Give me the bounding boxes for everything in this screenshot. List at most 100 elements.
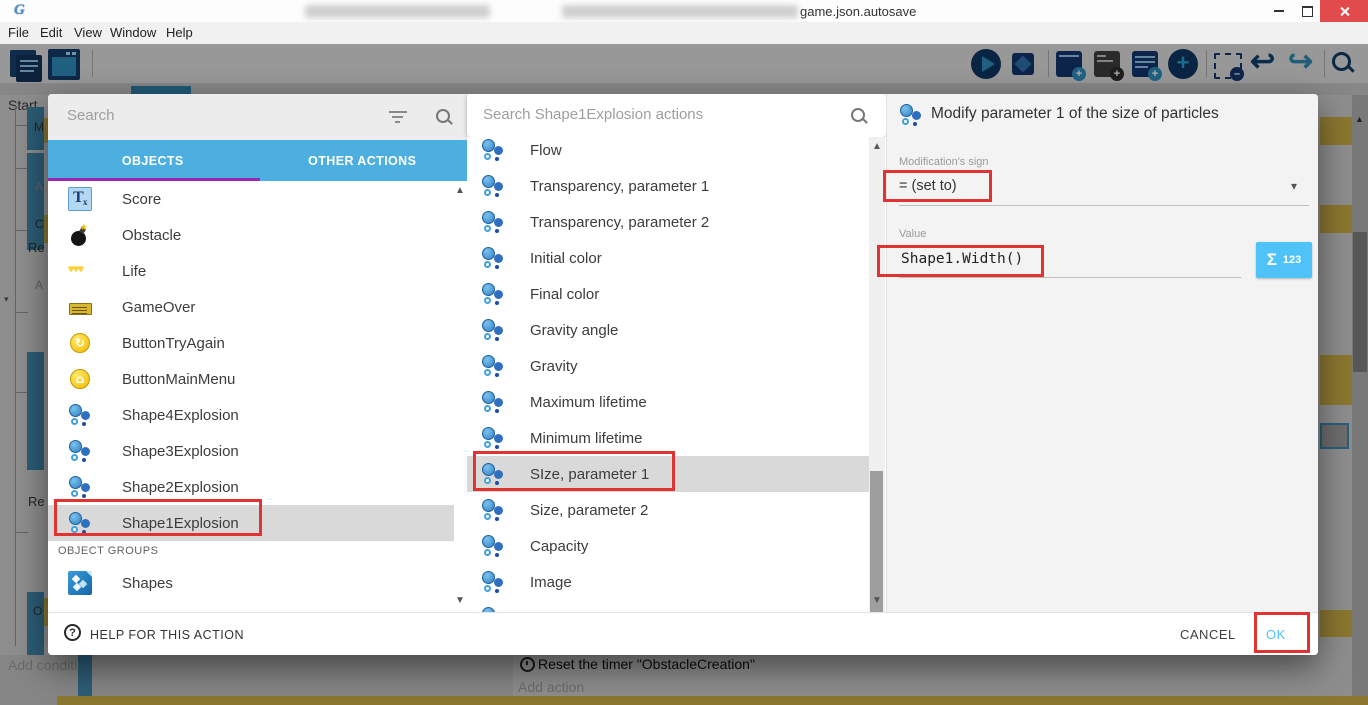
scroll-up-icon[interactable]: ▲ bbox=[872, 141, 882, 152]
list-item[interactable]: Shape4Explosion bbox=[48, 397, 454, 433]
ok-button[interactable]: OK bbox=[1266, 627, 1286, 642]
list-item[interactable]: Transparency, parameter 2 bbox=[467, 204, 870, 240]
search-icon[interactable] bbox=[851, 108, 867, 124]
list-item[interactable]: Final color bbox=[467, 276, 870, 312]
list-item[interactable]: Score bbox=[48, 181, 454, 217]
action-list: Flow Transparency, parameter 1 Transpare… bbox=[467, 137, 886, 612]
list-item[interactable]: Minimum lifetime bbox=[467, 420, 870, 456]
object-list: Score Obstacle Life GameOver ButtonTryAg… bbox=[48, 181, 467, 612]
list-item[interactable] bbox=[467, 600, 870, 612]
chevron-down-icon[interactable] bbox=[1291, 179, 1297, 193]
add-action-link[interactable]: Add action bbox=[518, 679, 584, 695]
clipped-text: M bbox=[34, 120, 44, 134]
maximize-button-icon[interactable] bbox=[1294, 0, 1320, 22]
minimize-button-icon[interactable] bbox=[1266, 0, 1292, 22]
collapse-arrow-icon[interactable] bbox=[4, 294, 9, 305]
particle-emitter-icon bbox=[481, 534, 505, 558]
particle-emitter-icon bbox=[481, 210, 505, 234]
list-item[interactable]: ButtonMainMenu bbox=[48, 361, 454, 397]
preview-play-icon[interactable] bbox=[971, 49, 1001, 79]
list-item[interactable]: GameOver bbox=[48, 289, 454, 325]
event-block bbox=[1320, 205, 1352, 233]
add-subevent-icon[interactable] bbox=[1094, 51, 1120, 77]
redo-icon[interactable] bbox=[1288, 47, 1313, 77]
object-search-input[interactable] bbox=[65, 106, 369, 125]
add-event-type-icon[interactable] bbox=[1168, 49, 1198, 79]
scrollbar-thumb[interactable] bbox=[1353, 232, 1367, 372]
list-item[interactable]: Capacity bbox=[467, 528, 870, 564]
list-item[interactable]: Shape3Explosion bbox=[48, 433, 454, 469]
list-item[interactable]: Life bbox=[48, 253, 454, 289]
particle-emitter-icon bbox=[481, 498, 505, 522]
add-comment-icon[interactable] bbox=[1132, 51, 1158, 77]
particle-emitter-icon bbox=[481, 246, 505, 270]
particle-emitter-icon bbox=[481, 462, 505, 486]
list-item[interactable]: Shapes bbox=[48, 565, 454, 601]
filter-icon[interactable] bbox=[389, 111, 407, 123]
menu-bar: File Edit View Window Help bbox=[0, 22, 1368, 45]
event-action-text[interactable]: Reset the timer "ObstacleCreation" bbox=[538, 656, 755, 672]
help-link[interactable]: HELP FOR THIS ACTION bbox=[90, 628, 244, 642]
value-input[interactable] bbox=[899, 250, 1233, 268]
list-item-selected[interactable]: SIze, parameter 1 bbox=[467, 456, 870, 492]
clipped-text: C bbox=[35, 217, 44, 231]
project-manager-icon[interactable] bbox=[10, 48, 44, 82]
event-tree-line bbox=[15, 312, 28, 313]
scrollbar-thumb[interactable] bbox=[870, 471, 883, 612]
cancel-button[interactable]: CANCEL bbox=[1180, 627, 1236, 642]
list-item-selected[interactable]: Shape1Explosion bbox=[48, 505, 454, 541]
timer-icon bbox=[520, 657, 535, 672]
scroll-up-icon[interactable] bbox=[1355, 114, 1364, 124]
delete-selection-icon[interactable] bbox=[1214, 53, 1242, 79]
toolbar-separator bbox=[1206, 50, 1207, 77]
scene-editor-icon[interactable] bbox=[48, 49, 80, 80]
list-item[interactable]: Obstacle bbox=[48, 217, 454, 253]
scroll-down-icon[interactable]: ▼ bbox=[455, 595, 465, 606]
search-icon[interactable] bbox=[436, 109, 452, 125]
action-title: Modify parameter 1 of the size of partic… bbox=[931, 105, 1219, 123]
close-button-icon[interactable] bbox=[1320, 0, 1368, 22]
list-item[interactable]: Size, parameter 2 bbox=[467, 492, 870, 528]
menu-edit[interactable]: Edit bbox=[40, 25, 62, 40]
blurred-title-text bbox=[562, 5, 798, 18]
debugger-icon[interactable] bbox=[1012, 53, 1034, 75]
menu-view[interactable]: View bbox=[74, 25, 102, 40]
list-item[interactable]: Flow bbox=[467, 137, 870, 168]
sign-select[interactable]: = (set to) bbox=[899, 178, 957, 194]
scroll-down-icon[interactable]: ▼ bbox=[872, 595, 882, 606]
clipped-text: A bbox=[35, 278, 43, 292]
particle-emitter-icon bbox=[68, 403, 92, 427]
list-item[interactable]: Gravity angle bbox=[467, 312, 870, 348]
scroll-up-icon[interactable]: ▲ bbox=[455, 185, 465, 196]
list-item[interactable]: Transparency, parameter 1 bbox=[467, 168, 870, 204]
list-item[interactable]: Initial color bbox=[467, 240, 870, 276]
add-event-icon[interactable] bbox=[1056, 51, 1082, 77]
search-icon[interactable] bbox=[1332, 52, 1350, 70]
action-search-input[interactable] bbox=[481, 105, 815, 124]
object-group-icon bbox=[68, 571, 92, 595]
menu-window[interactable]: Window bbox=[110, 25, 156, 40]
tab-objects[interactable]: OBJECTS bbox=[48, 140, 258, 181]
event-tree-line bbox=[15, 392, 28, 393]
object-tabs: OBJECTS OTHER ACTIONS bbox=[48, 140, 467, 181]
help-icon[interactable] bbox=[64, 624, 81, 641]
list-item[interactable]: ButtonTryAgain bbox=[48, 325, 454, 361]
particle-emitter-icon bbox=[481, 570, 505, 594]
list-item[interactable]: Shape2Explosion bbox=[48, 469, 454, 505]
menu-file[interactable]: File bbox=[8, 25, 29, 40]
add-condition-link[interactable]: Add condition bbox=[8, 657, 93, 673]
menu-help[interactable]: Help bbox=[166, 25, 193, 40]
sign-field-label: Modification's sign bbox=[899, 156, 989, 168]
event-tree-line bbox=[15, 230, 28, 231]
undo-icon[interactable] bbox=[1250, 47, 1275, 77]
list-item[interactable]: Maximum lifetime bbox=[467, 384, 870, 420]
gameover-banner-icon bbox=[68, 295, 92, 319]
clipped-text: Re bbox=[28, 240, 45, 255]
particle-emitter-icon bbox=[481, 138, 505, 162]
list-item[interactable]: Image bbox=[467, 564, 870, 600]
tab-other-actions[interactable]: OTHER ACTIONS bbox=[258, 140, 468, 181]
scrollbar-track[interactable] bbox=[1352, 95, 1368, 705]
event-block bbox=[1320, 117, 1352, 145]
list-item[interactable]: Gravity bbox=[467, 348, 870, 384]
expression-builder-button[interactable]: Σ 123 bbox=[1256, 242, 1312, 278]
